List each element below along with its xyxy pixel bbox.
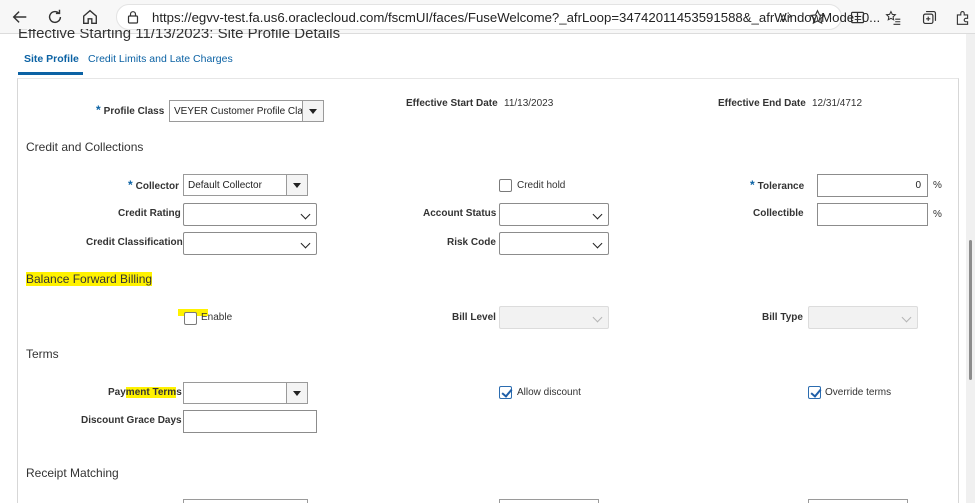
credit-rating-label: Credit Rating: [118, 208, 181, 219]
profile-class-value[interactable]: VEYER Customer Profile Clas: [174, 106, 302, 117]
payment-terms-label: Payment Terms: [108, 387, 182, 398]
chevron-down-icon: [592, 238, 603, 249]
collections-icon[interactable]: [920, 8, 938, 26]
discount-grace-days-label: Discount Grace Days: [81, 415, 182, 426]
balance-forward-billing-section-title: Balance Forward Billing: [26, 272, 153, 286]
favorites-list-icon[interactable]: [884, 8, 902, 26]
enable-label: Enable: [201, 312, 233, 323]
dropdown-arrow-icon: [293, 182, 301, 188]
receipt-matching-field-partial[interactable]: [499, 499, 599, 503]
lock-icon[interactable]: [126, 10, 140, 24]
content-panel: [17, 78, 959, 503]
tolerance-percent-sign: %: [933, 180, 942, 191]
required-indicator-icon: *: [96, 103, 101, 117]
collectible-label: Collectible: [753, 208, 804, 219]
receipt-matching-section-title: Receipt Matching: [26, 466, 119, 480]
extensions-icon[interactable]: [953, 8, 971, 26]
back-arrow-icon[interactable]: [9, 6, 31, 28]
required-indicator-icon: *: [750, 178, 755, 192]
collectible-percent-sign: %: [933, 209, 942, 220]
tab-bar: Site Profile Credit Limits and Late Char…: [0, 46, 960, 76]
receipt-matching-field-partial[interactable]: [808, 499, 908, 503]
allow-discount-checkbox[interactable]: [499, 386, 512, 399]
payment-terms-combo[interactable]: [183, 382, 308, 404]
terms-section-title: Terms: [26, 347, 59, 361]
tab-site-profile[interactable]: Site Profile: [24, 53, 79, 65]
chevron-down-icon: [592, 209, 603, 220]
discount-grace-days-input[interactable]: [183, 410, 317, 433]
tab-credit-limits-late-charges[interactable]: Credit Limits and Late Charges: [88, 53, 233, 65]
collector-value[interactable]: Default Collector: [188, 180, 286, 191]
combo-dropdown-button[interactable]: [302, 101, 323, 121]
effective-end-date-label: Effective End Date: [718, 98, 806, 109]
favorite-star-icon[interactable]: [808, 8, 826, 26]
profile-class-label: * Profile Class: [96, 103, 165, 117]
account-status-label: Account Status: [423, 208, 497, 219]
credit-collections-section-title: Credit and Collections: [26, 140, 144, 154]
account-status-select[interactable]: [499, 203, 609, 226]
chevron-down-icon: [901, 312, 912, 323]
split-screen-icon[interactable]: [848, 8, 866, 26]
override-terms-label: Override terms: [825, 387, 892, 398]
dropdown-arrow-icon: [309, 108, 317, 114]
active-tab-indicator: [18, 72, 83, 75]
profile-class-combo[interactable]: VEYER Customer Profile Clas: [169, 100, 324, 122]
scrollbar-thumb[interactable]: [969, 240, 972, 380]
effective-start-date-label: Effective Start Date: [406, 98, 498, 109]
risk-code-select[interactable]: [499, 232, 609, 255]
tolerance-value[interactable]: 0: [915, 180, 921, 191]
home-icon[interactable]: [79, 6, 101, 28]
effective-end-date-value: 12/31/4712: [812, 98, 863, 109]
credit-rating-select[interactable]: [183, 203, 317, 226]
override-terms-checkbox[interactable]: [808, 386, 821, 399]
credit-classification-select[interactable]: [183, 232, 317, 255]
bill-type-label: Bill Type: [762, 312, 803, 323]
effective-start-date-value: 11/13/2023: [504, 98, 554, 109]
combo-dropdown-button[interactable]: [286, 175, 307, 195]
bill-level-select[interactable]: [499, 306, 609, 329]
refresh-icon[interactable]: [44, 6, 66, 28]
credit-classification-label: Credit Classification: [86, 237, 183, 248]
combo-dropdown-button[interactable]: [286, 383, 307, 403]
chevron-down-icon: [300, 209, 311, 220]
enable-checkbox[interactable]: [184, 312, 197, 325]
bill-level-label: Bill Level: [452, 312, 496, 323]
required-indicator-icon: *: [128, 178, 133, 192]
collectible-input[interactable]: [817, 203, 928, 226]
tolerance-input[interactable]: 0: [817, 174, 928, 197]
bill-type-select[interactable]: [808, 306, 918, 329]
credit-hold-checkbox[interactable]: [499, 179, 512, 192]
allow-discount-label: Allow discount: [517, 387, 581, 398]
chevron-down-icon: [300, 238, 311, 249]
risk-code-label: Risk Code: [447, 237, 496, 248]
svg-text:A: A: [779, 12, 787, 24]
collector-combo[interactable]: Default Collector: [183, 174, 308, 196]
dropdown-arrow-icon: [293, 390, 301, 396]
tolerance-label: * Tolerance: [750, 178, 805, 192]
read-aloud-icon[interactable]: A: [777, 8, 795, 26]
credit-hold-label: Credit hold: [517, 180, 566, 191]
chevron-down-icon: [592, 312, 603, 323]
url-text[interactable]: https://egvv-test.fa.us6.oraclecloud.com…: [152, 10, 880, 25]
collector-label: * Collector: [128, 178, 180, 192]
browser-toolbar: https://egvv-test.fa.us6.oraclecloud.com…: [0, 0, 975, 34]
receipt-matching-field-partial[interactable]: [183, 499, 308, 503]
